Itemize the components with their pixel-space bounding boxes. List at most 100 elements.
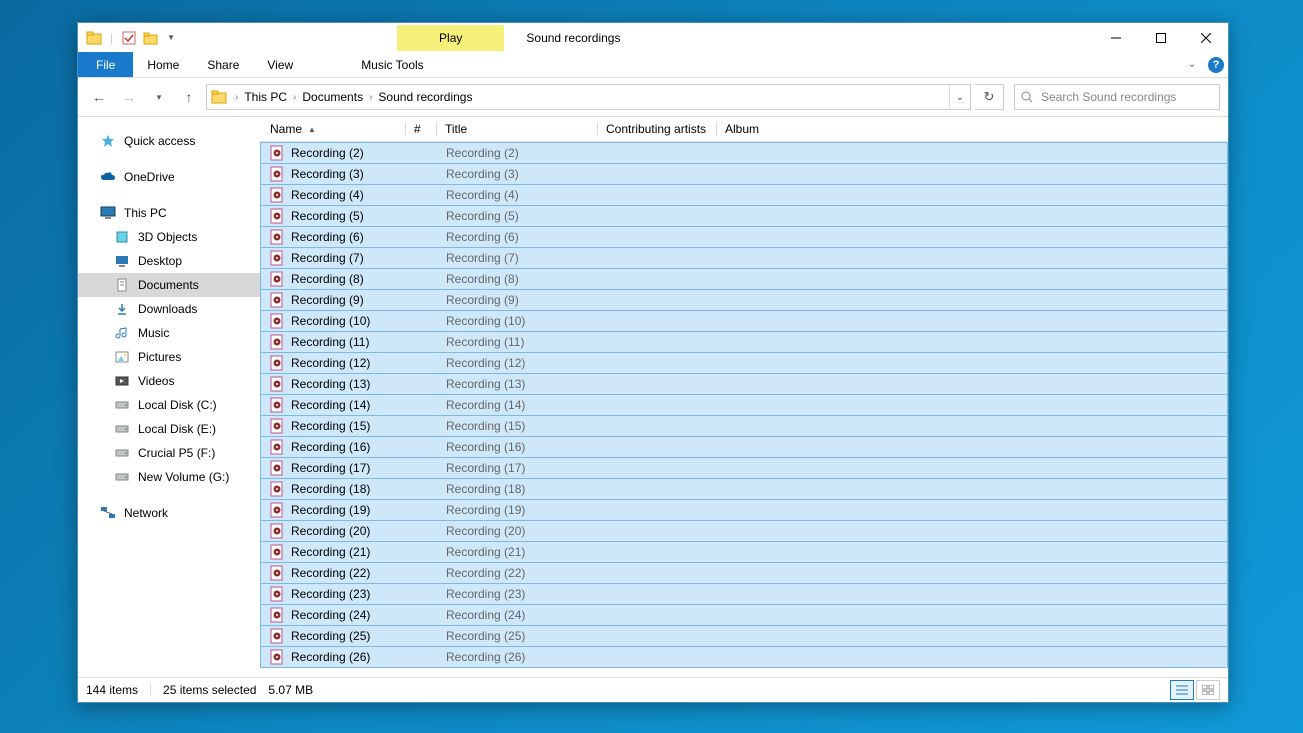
file-row[interactable]: Recording (10)Recording (10): [260, 310, 1228, 332]
details-view-button[interactable]: [1170, 680, 1194, 700]
back-button[interactable]: ←: [86, 84, 112, 110]
forward-button[interactable]: →: [116, 84, 142, 110]
file-row[interactable]: Recording (21)Recording (21): [260, 541, 1228, 563]
status-selected-count: 25 items selected: [163, 683, 268, 697]
file-row[interactable]: Recording (19)Recording (19): [260, 499, 1228, 521]
file-row[interactable]: Recording (26)Recording (26): [260, 646, 1228, 668]
file-row[interactable]: Recording (3)Recording (3): [260, 163, 1228, 185]
folder-type-icon: [114, 445, 130, 461]
sort-ascending-icon: ▲: [308, 125, 316, 134]
minimize-button[interactable]: [1093, 23, 1138, 52]
file-row[interactable]: Recording (20)Recording (20): [260, 520, 1228, 542]
file-row[interactable]: Recording (22)Recording (22): [260, 562, 1228, 584]
search-input[interactable]: Search Sound recordings: [1014, 84, 1220, 110]
home-tab[interactable]: Home: [133, 52, 193, 77]
share-tab[interactable]: Share: [193, 52, 253, 77]
nav-local-disk-c-[interactable]: Local Disk (C:): [78, 393, 260, 417]
maximize-button[interactable]: [1138, 23, 1183, 52]
qat-dropdown[interactable]: ▼: [167, 33, 175, 42]
file-row[interactable]: Recording (13)Recording (13): [260, 373, 1228, 395]
column-album[interactable]: Album: [725, 122, 825, 136]
recent-locations[interactable]: ▾: [146, 84, 172, 110]
audio-file-icon: [269, 481, 285, 497]
nav-this-pc[interactable]: This PC: [78, 201, 260, 225]
file-row[interactable]: Recording (16)Recording (16): [260, 436, 1228, 458]
column-name[interactable]: Name▲: [270, 122, 405, 136]
folder-type-icon: [114, 421, 130, 437]
file-title: Recording (8): [446, 272, 519, 286]
file-name: Recording (20): [291, 524, 446, 538]
file-row[interactable]: Recording (2)Recording (2): [260, 142, 1228, 164]
status-item-count: 144 items: [86, 683, 150, 697]
nav-videos[interactable]: Videos: [78, 369, 260, 393]
file-title: Recording (5): [446, 209, 519, 223]
file-row[interactable]: Recording (5)Recording (5): [260, 205, 1228, 227]
file-name: Recording (4): [291, 188, 446, 202]
file-title: Recording (25): [446, 629, 525, 643]
column-title[interactable]: Title: [445, 122, 597, 136]
up-button[interactable]: ↑: [176, 84, 202, 110]
file-row[interactable]: Recording (17)Recording (17): [260, 457, 1228, 479]
help-button[interactable]: ?: [1204, 52, 1228, 77]
properties-icon[interactable]: [121, 30, 137, 46]
file-row[interactable]: Recording (11)Recording (11): [260, 331, 1228, 353]
file-title: Recording (14): [446, 398, 525, 412]
file-name: Recording (13): [291, 377, 446, 391]
audio-file-icon: [269, 502, 285, 518]
computer-icon: [100, 205, 116, 221]
address-history[interactable]: ⌄: [949, 85, 970, 109]
play-tab[interactable]: Play: [397, 25, 504, 51]
nav-network[interactable]: Network: [78, 501, 260, 525]
file-row[interactable]: Recording (12)Recording (12): [260, 352, 1228, 374]
nav-onedrive[interactable]: OneDrive: [78, 165, 260, 189]
new-folder-icon[interactable]: [143, 30, 159, 46]
nav-pictures[interactable]: Pictures: [78, 345, 260, 369]
nav-desktop[interactable]: Desktop: [78, 249, 260, 273]
file-row[interactable]: Recording (4)Recording (4): [260, 184, 1228, 206]
ribbon-expand[interactable]: ⌄: [1180, 52, 1204, 77]
file-title: Recording (26): [446, 650, 525, 664]
column-number[interactable]: #: [414, 122, 436, 136]
crumb-documents[interactable]: Documents: [298, 90, 367, 104]
address-bar-row: ← → ▾ ↑ › This PC › Documents › Sound re…: [78, 78, 1228, 117]
file-tab[interactable]: File: [78, 52, 133, 77]
nav-crucial-p5-f-[interactable]: Crucial P5 (F:): [78, 441, 260, 465]
crumb-sound-recordings[interactable]: Sound recordings: [374, 90, 476, 104]
view-tab[interactable]: View: [253, 52, 307, 77]
nav-local-disk-e-[interactable]: Local Disk (E:): [78, 417, 260, 441]
crumb-this-pc[interactable]: This PC: [240, 90, 291, 104]
column-artists[interactable]: Contributing artists: [606, 122, 716, 136]
music-tools-tab[interactable]: Music Tools: [347, 52, 437, 77]
nav-new-volume-g-[interactable]: New Volume (G:): [78, 465, 260, 489]
audio-file-icon: [269, 250, 285, 266]
file-name: Recording (9): [291, 293, 446, 307]
refresh-button[interactable]: ↻: [975, 84, 1004, 110]
file-row[interactable]: Recording (15)Recording (15): [260, 415, 1228, 437]
file-row[interactable]: Recording (14)Recording (14): [260, 394, 1228, 416]
audio-file-icon: [269, 229, 285, 245]
file-row[interactable]: Recording (9)Recording (9): [260, 289, 1228, 311]
file-row[interactable]: Recording (23)Recording (23): [260, 583, 1228, 605]
nav-music[interactable]: Music: [78, 321, 260, 345]
nav-downloads[interactable]: Downloads: [78, 297, 260, 321]
file-row[interactable]: Recording (18)Recording (18): [260, 478, 1228, 500]
file-name: Recording (2): [291, 146, 446, 160]
close-button[interactable]: [1183, 23, 1228, 52]
file-title: Recording (6): [446, 230, 519, 244]
file-row[interactable]: Recording (24)Recording (24): [260, 604, 1228, 626]
file-row[interactable]: Recording (8)Recording (8): [260, 268, 1228, 290]
file-row[interactable]: Recording (6)Recording (6): [260, 226, 1228, 248]
breadcrumb[interactable]: › This PC › Documents › Sound recordings…: [206, 84, 971, 110]
nav-documents[interactable]: Documents: [78, 273, 260, 297]
thumbnails-view-button[interactable]: [1196, 680, 1220, 700]
nav-3d-objects[interactable]: 3D Objects: [78, 225, 260, 249]
nav-quick-access[interactable]: Quick access: [78, 129, 260, 153]
audio-file-icon: [269, 565, 285, 581]
file-row[interactable]: Recording (25)Recording (25): [260, 625, 1228, 647]
file-title: Recording (15): [446, 419, 525, 433]
audio-file-icon: [269, 544, 285, 560]
search-icon: [1021, 91, 1033, 103]
file-list[interactable]: Recording (2)Recording (2)Recording (3)R…: [260, 142, 1228, 678]
audio-file-icon: [269, 607, 285, 623]
file-row[interactable]: Recording (7)Recording (7): [260, 247, 1228, 269]
